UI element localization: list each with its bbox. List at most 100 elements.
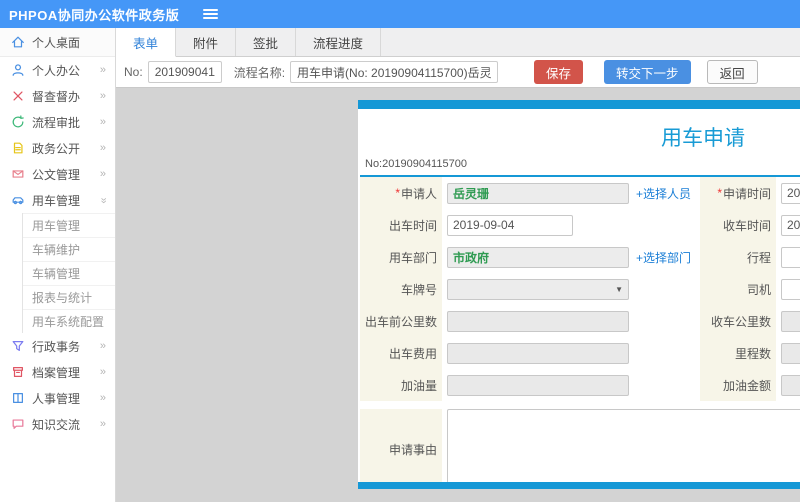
no-label: No: (124, 65, 143, 79)
home-icon (12, 36, 24, 48)
sidebar-item-公文管理[interactable]: 公文管理 » (0, 161, 115, 187)
field-label: 司机 (700, 273, 776, 305)
form-row: 加油量 (360, 369, 700, 401)
chevron-down-icon: » (97, 196, 110, 204)
sidebar-item-label: 人事管理 (32, 391, 81, 406)
flow-name-label: 流程名称: (233, 65, 286, 80)
field-input-收车公里数 (781, 310, 800, 332)
field-input-出车时间[interactable] (447, 214, 573, 236)
field-cell (776, 214, 800, 236)
sidebar-item-督查督办[interactable]: 督查督办 » (0, 83, 115, 109)
select-link[interactable]: +选择部门 (636, 249, 691, 266)
sidebar-subitem-用车系统配置[interactable]: 用车系统配置 (23, 309, 115, 333)
form-row: 车牌号 ▼ (360, 273, 700, 305)
form-left-column: *申请人 +选择人员出车时间用车部门 +选择部门车牌号 ▼ 出车前公里数出车费用加油量 (360, 177, 700, 401)
vehicle-icon (12, 197, 24, 205)
required-asterisk: * (717, 186, 722, 200)
form-row: 用车部门 +选择部门 (360, 241, 700, 273)
field-label: 收车时间 (700, 209, 776, 241)
field-label: 出车时间 (360, 209, 442, 241)
field-input-加油金额 (781, 374, 800, 396)
top-bar: PHPOA协同办公软件政务版 (0, 0, 800, 28)
menu-toggle-icon[interactable] (203, 9, 219, 19)
tab-表单[interactable]: 表单 (116, 28, 177, 57)
sidebar-item-知识交流[interactable]: 知识交流 » (0, 411, 115, 437)
sidebar-item-label: 督查督办 (32, 89, 81, 104)
sidebar-item-个人办公[interactable]: 个人办公 » (0, 57, 115, 83)
funnel-icon (12, 341, 24, 351)
field-cell (442, 310, 700, 332)
field-cell (776, 374, 800, 396)
tab-流程进度[interactable]: 流程进度 (296, 28, 382, 56)
field-input-收车时间[interactable] (781, 214, 800, 236)
sidebar-item-label: 个人桌面 (32, 35, 81, 50)
form-right-column: *申请时间收车时间行程司机收车公里数里程数加油金额 (700, 177, 800, 401)
flow-name-input[interactable] (290, 61, 499, 83)
field-label: 出车费用 (360, 337, 442, 369)
disclosure-icon (13, 142, 23, 154)
content-area: 表单附件签批流程进度 No: 流程名称: 保存 转交下一步 返回 用车申请 No… (116, 28, 800, 502)
field-label: 里程数 (700, 337, 776, 369)
form-no-text: No:20190904115700 (365, 158, 467, 170)
save-button[interactable]: 保存 (534, 60, 584, 84)
chat-icon (12, 419, 24, 429)
sidebar-item-label: 知识交流 (32, 417, 81, 432)
forward-next-step-button[interactable]: 转交下一步 (604, 60, 691, 84)
chevron-right-icon: » (99, 339, 106, 352)
field-input-里程数 (781, 342, 800, 364)
form-row: 收车公里数 (700, 305, 800, 337)
sidebar-item-档案管理[interactable]: 档案管理 » (0, 359, 115, 385)
tab-签批[interactable]: 签批 (236, 28, 297, 56)
sidebar-item-用车管理[interactable]: 用车管理 » (0, 187, 115, 213)
sidebar-item-个人桌面[interactable]: 个人桌面 (0, 28, 115, 57)
required-asterisk: * (395, 186, 400, 200)
field-cell (442, 214, 700, 236)
chevron-right-icon: » (99, 89, 106, 102)
reason-textarea[interactable] (447, 409, 800, 482)
field-input-加油量 (447, 374, 629, 396)
field-cell: ▼ (442, 278, 700, 300)
form-row: 司机 (700, 273, 800, 305)
tab-strip: 表单 附件 签批 流程进度 (116, 28, 800, 57)
book-icon (13, 393, 23, 403)
tab-附件[interactable]: 附件 (176, 28, 237, 56)
field-input-行程[interactable] (781, 246, 800, 268)
field-input-申请时间[interactable] (781, 182, 800, 204)
sidebar-subitem-车辆管理[interactable]: 车辆管理 (23, 261, 115, 285)
chevron-right-icon: » (99, 417, 106, 430)
back-button[interactable]: 返回 (706, 60, 758, 84)
sidebar-subitem-用车管理[interactable]: 用车管理 (23, 213, 115, 237)
chevron-right-icon: » (99, 141, 106, 154)
reason-row: 申请事由 (360, 409, 800, 482)
plate-number-select[interactable]: ▼ (447, 278, 629, 300)
work-area: 用车申请 No:20190904115700 *申请人 +选择人员出车时间用车部门… (116, 88, 800, 502)
sidebar-item-政务公开[interactable]: 政务公开 » (0, 135, 115, 161)
sidebar-subitem-车辆维护[interactable]: 车辆维护 (23, 237, 115, 261)
field-input-申请人[interactable] (447, 182, 629, 204)
app-title: PHPOA协同办公软件政务版 (9, 7, 180, 23)
reason-label: 申请事由 (360, 409, 442, 482)
panel-body: 用车申请 No:20190904115700 *申请人 +选择人员出车时间用车部门… (358, 109, 800, 482)
field-label: 加油量 (360, 369, 442, 401)
sidebar: 个人桌面 个人办公 » 督查督办 » 流程审批 » 政务公开 » 公文管理 » 用车管理 » 用车管理 车辆… (0, 28, 116, 502)
field-input-司机[interactable] (781, 278, 800, 300)
document-icon (12, 170, 24, 178)
field-label: 用车部门 (360, 241, 442, 273)
sidebar-item-行政事务[interactable]: 行政事务 » (0, 333, 115, 359)
field-cell (776, 246, 800, 268)
sidebar-item-label: 个人办公 (32, 63, 81, 78)
panel-top-bar (358, 100, 800, 109)
sidebar-subitem-报表与统计[interactable]: 报表与统计 (23, 285, 115, 309)
supervise-icon (13, 91, 23, 101)
field-cell (776, 342, 800, 364)
field-label: 出车前公里数 (360, 305, 442, 337)
no-input[interactable] (147, 61, 222, 83)
form-row: 加油金额 (700, 369, 800, 401)
toolbar: No: 流程名称: 保存 转交下一步 返回 (116, 57, 800, 88)
sidebar-item-流程审批[interactable]: 流程审批 » (0, 109, 115, 135)
select-link[interactable]: +选择人员 (636, 185, 691, 202)
field-input-用车部门[interactable] (447, 246, 629, 268)
sidebar-item-人事管理[interactable]: 人事管理 » (0, 385, 115, 411)
field-label: 车牌号 (360, 273, 442, 305)
field-cell (776, 182, 800, 204)
